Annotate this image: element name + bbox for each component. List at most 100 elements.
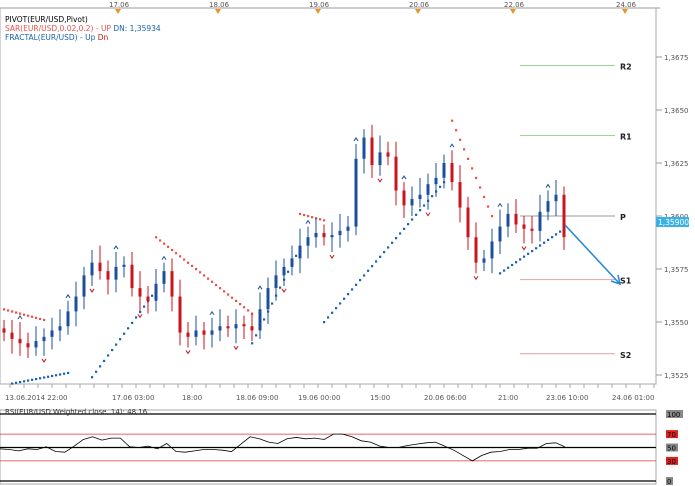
sar-dot: [59, 373, 62, 376]
sar-dot: [451, 119, 454, 122]
candle-body: [202, 330, 206, 335]
sar-dot: [539, 244, 542, 247]
sar-dot: [523, 255, 526, 258]
candle-body: [498, 226, 502, 242]
sar-dot: [23, 380, 26, 383]
sar-dot: [23, 313, 26, 316]
sar-dot: [303, 213, 306, 217]
sar-dot: [415, 213, 418, 216]
plot-area: [0, 7, 657, 385]
pivot-label-r1: R1: [620, 132, 632, 141]
sar-dot: [307, 215, 310, 218]
sar-dot: [11, 310, 14, 313]
y-tick-label: 1,3625: [664, 160, 689, 168]
candle-body: [50, 330, 54, 337]
candle-body: [106, 271, 110, 280]
sar-dot: [119, 338, 122, 341]
sar-dot: [131, 321, 134, 324]
sar-dot: [175, 252, 178, 255]
candle-body: [242, 324, 246, 327]
candle-body: [170, 271, 174, 297]
candle-body: [258, 309, 262, 331]
candle-body: [218, 326, 222, 331]
sar-legend: SAR(EUR/USD,0.02,0.2) - UP DN: 1,35934: [5, 24, 161, 33]
candle-body: [410, 199, 414, 206]
sar-dot: [487, 205, 490, 208]
sar-dot: [479, 186, 482, 189]
sar-dot: [467, 157, 470, 160]
pivot-label-s2: S2: [620, 351, 631, 360]
candle-body: [130, 264, 134, 289]
candle-body: [266, 288, 270, 310]
candle-body: [186, 332, 190, 337]
sar-dot: [219, 287, 222, 290]
candle-body: [370, 137, 374, 166]
candle-body: [538, 211, 542, 231]
candle-body: [458, 182, 462, 208]
sar-dot: [343, 297, 346, 300]
top-date-label: 17.06: [109, 1, 130, 9]
sar-dot: [279, 286, 282, 289]
top-date-label: 24.06: [616, 1, 637, 9]
sar-dot: [407, 223, 410, 226]
sar-dot: [507, 266, 510, 269]
current-price-label: 1,35900: [658, 218, 689, 227]
candle-body: [322, 232, 326, 238]
sar-dot: [243, 306, 246, 309]
candle-body: [34, 341, 38, 348]
sar-dot: [215, 283, 218, 287]
candle-body: [426, 184, 430, 195]
time-label: 13.06.2014 22:00: [5, 394, 67, 402]
sar-dot: [439, 185, 442, 188]
sar-dn: DN: 1,35934: [113, 24, 161, 33]
sar-dot: [555, 233, 558, 236]
candle-body: [58, 326, 62, 331]
sar-dot: [411, 218, 414, 221]
sar-dot: [223, 290, 226, 293]
candle-body: [290, 258, 294, 267]
sar-dot: [227, 293, 230, 296]
sar-dot: [551, 236, 554, 239]
candle-body: [178, 296, 182, 333]
fractal-legend-name: FRACTAL(EUR/USD) -: [5, 33, 83, 42]
sar-dot: [363, 274, 366, 277]
sar-dot: [183, 258, 186, 261]
top-date-label: 19.06: [309, 1, 330, 9]
sar-dot: [463, 148, 466, 151]
candle-body: [162, 271, 166, 284]
candle-body: [66, 311, 70, 327]
sar-dot: [431, 195, 434, 198]
sar-dot: [27, 314, 30, 317]
sar-legend-name: SAR(EUR/USD,0.02,0.2) -: [5, 24, 99, 33]
sar-dot: [127, 327, 130, 330]
candle-body: [306, 237, 310, 246]
candle-body: [282, 266, 286, 276]
candle-body: [82, 275, 86, 297]
sar-dot: [211, 280, 214, 283]
candle-body: [226, 326, 230, 329]
candle-body: [298, 245, 302, 259]
sar-dot: [91, 376, 94, 379]
sar-dot: [339, 302, 342, 305]
sar-dot: [543, 241, 546, 244]
candle-body: [10, 332, 14, 339]
time-label: 17.06 03:00: [112, 394, 154, 402]
sar-dot: [331, 311, 334, 314]
sar-dot: [263, 318, 266, 321]
sar-dot: [159, 239, 162, 242]
candle-body: [386, 152, 390, 157]
candle-body: [474, 237, 478, 263]
candle-body: [98, 262, 102, 272]
candle-body: [18, 338, 22, 344]
candle-body: [514, 213, 518, 225]
sar-dot: [143, 305, 146, 308]
sar-dot: [299, 212, 302, 216]
sar-dot: [231, 296, 234, 299]
sar-dot: [519, 258, 522, 261]
sar-dot: [31, 315, 34, 318]
sar-dot: [55, 374, 58, 377]
candle-body: [482, 258, 486, 263]
sar-dot: [547, 238, 550, 242]
y-tick-label: 1,3675: [664, 54, 689, 62]
sar-dot: [559, 230, 562, 233]
